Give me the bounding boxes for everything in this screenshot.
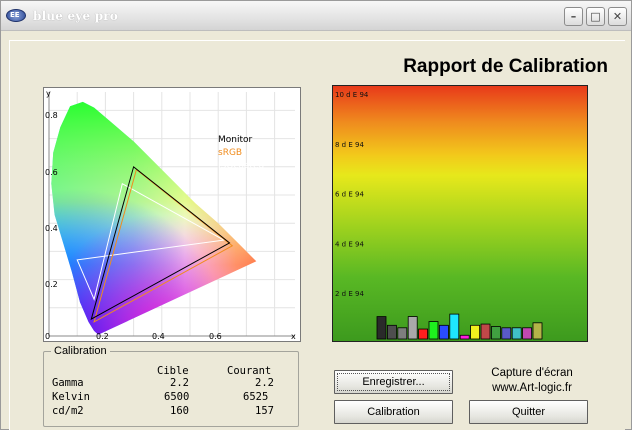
minimize-button[interactable]: – bbox=[564, 7, 583, 26]
save-button[interactable]: Enregistrer... bbox=[334, 370, 453, 394]
delta-e-bar bbox=[470, 324, 481, 340]
column-header-target: Cible bbox=[157, 365, 189, 377]
row-label-kelvin: Kelvin bbox=[52, 391, 90, 403]
legend-monitor: Monitor bbox=[218, 135, 253, 145]
quit-button[interactable]: Quitter bbox=[469, 400, 588, 424]
app-logo-icon: EE bbox=[6, 9, 26, 22]
delta-e-bar bbox=[532, 322, 543, 340]
delta-e-bar bbox=[449, 313, 460, 340]
y-tick-label: 0 bbox=[45, 332, 50, 341]
delta-e-bar bbox=[387, 324, 397, 340]
x-tick-label: 0.4 bbox=[152, 332, 165, 341]
x-tick-label: 0.6 bbox=[209, 332, 222, 341]
luminance-target: 160 bbox=[170, 405, 189, 417]
page-title: Rapport de Calibration bbox=[403, 56, 608, 77]
x-axis-label: x bbox=[291, 332, 296, 341]
gamma-current: 2.2 bbox=[255, 377, 274, 389]
gamma-target: 2.2 bbox=[170, 377, 189, 389]
chart-y-tick-label: 4 d E 94 bbox=[335, 240, 364, 248]
title-bar[interactable]: EE blue eye pro – □ ✕ bbox=[1, 1, 631, 31]
maximize-button[interactable]: □ bbox=[586, 7, 605, 26]
delta-e-bar bbox=[397, 327, 408, 340]
delta-e-bar bbox=[480, 323, 491, 340]
delta-e-bar bbox=[459, 334, 470, 340]
row-label-luminance: cd/m2 bbox=[52, 405, 84, 417]
luminance-current: 157 bbox=[255, 405, 274, 417]
cie-diagram-panel: y x 0.8 0.6 0.4 0.2 0 0.2 0.4 0.6 Monito… bbox=[43, 87, 301, 342]
y-tick-label: 0.4 bbox=[45, 224, 58, 233]
capture-website: www.Art-logic.fr bbox=[492, 382, 572, 394]
chart-y-tick-label: 2 d E 94 bbox=[335, 290, 364, 298]
y-axis-label: y bbox=[46, 89, 51, 98]
x-tick-label: 0.2 bbox=[96, 332, 109, 341]
y-tick-label: 0.2 bbox=[45, 280, 58, 289]
y-tick-label: 0.6 bbox=[45, 168, 58, 177]
app-logo-text: EE bbox=[10, 11, 20, 19]
legend-srgb: sRGB bbox=[218, 148, 242, 158]
delta-e-chart-panel: 10 d E 94 8 d E 94 6 d E 94 4 d E 94 2 d E 9… bbox=[332, 85, 588, 342]
delta-e-bar bbox=[376, 316, 387, 340]
close-button[interactable]: ✕ bbox=[608, 7, 627, 26]
delta-e-bar bbox=[407, 316, 418, 340]
delta-e-bar bbox=[490, 326, 501, 340]
kelvin-target: 6500 bbox=[164, 391, 190, 403]
calibration-button[interactable]: Calibration bbox=[334, 400, 453, 424]
delta-e-chart: 10 d E 94 8 d E 94 6 d E 94 4 d E 94 2 d E 9… bbox=[335, 91, 543, 340]
delta-e-bar bbox=[439, 324, 449, 340]
legend-isocoated: ISOcoated bbox=[218, 161, 264, 171]
delta-e-bar bbox=[511, 327, 522, 340]
capture-label: Capture d'écran bbox=[491, 367, 573, 379]
delta-e-bar bbox=[522, 327, 533, 340]
screen-capture-info: Capture d'écran www.Art-logic.fr bbox=[462, 366, 602, 396]
row-label-gamma: Gamma bbox=[52, 377, 84, 389]
column-header-current: Courant bbox=[227, 365, 272, 377]
cie-diagram: y x 0.8 0.6 0.4 0.2 0 0.2 0.4 0.6 Monito… bbox=[45, 89, 296, 341]
delta-e-bar bbox=[418, 328, 428, 340]
spectral-locus-fill bbox=[51, 101, 257, 335]
kelvin-current: 6525 bbox=[243, 391, 269, 403]
y-tick-label: 0.8 bbox=[45, 111, 58, 120]
window-title: blue eye pro bbox=[33, 9, 119, 23]
chart-y-tick-label: 6 d E 94 bbox=[335, 191, 364, 199]
chart-y-tick-label: 10 d E 94 bbox=[335, 91, 369, 99]
chart-y-tick-label: 8 d E 94 bbox=[335, 141, 364, 149]
delta-e-bar bbox=[428, 321, 439, 340]
delta-e-bar bbox=[501, 327, 512, 340]
calibration-group-label: Calibration bbox=[51, 345, 110, 357]
